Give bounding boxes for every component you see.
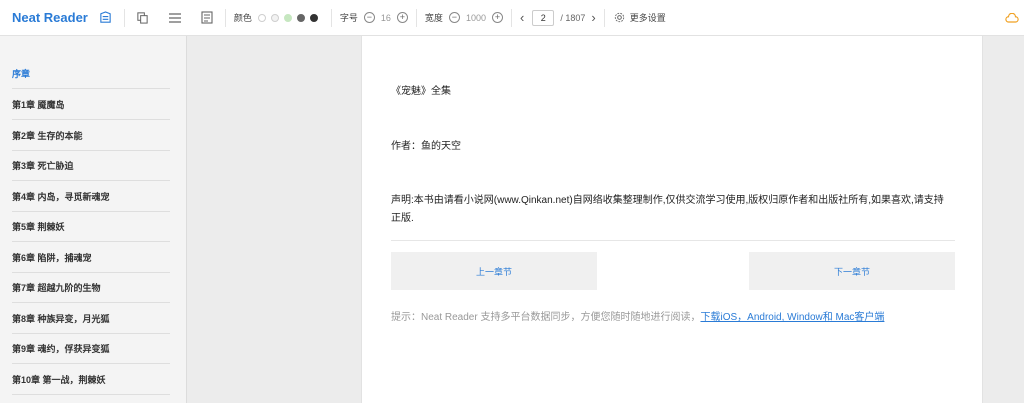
color-dot-white[interactable] — [257, 13, 266, 22]
toc-item-chapter-4[interactable]: 第4章 内岛，寻觅新魂宠 — [12, 182, 170, 212]
toolbar-divider — [123, 8, 125, 27]
font-increase-button[interactable]: + — [396, 12, 408, 23]
notes-icon[interactable] — [197, 8, 217, 28]
toc-item-chapter-2[interactable]: 第2章 生存的本能 — [12, 121, 170, 151]
cloud-sync-icon[interactable] — [1002, 8, 1022, 28]
menu-icon[interactable] — [165, 8, 185, 28]
content-divider — [391, 240, 955, 241]
color-dot-light-gray[interactable] — [270, 13, 279, 22]
width-decrease-button[interactable]: − — [448, 12, 460, 23]
table-of-contents: 序章 第1章 魇魔岛 第2章 生存的本能 第3章 死亡胁迫 第4章 内岛，寻觅新… — [0, 36, 187, 403]
toc-item-chapter-10[interactable]: 第10章 第一战，荆棘妖 — [12, 365, 170, 395]
copyright-statement-line-1: 声明:本书由请看小说网(www.Qinkan.net)自网络收集整理制作,仅供交… — [391, 195, 944, 206]
book-title: 《宠魅》全集 — [391, 86, 451, 97]
reading-page: 《宠魅》全集 作者：鱼的天空 声明:本书由请看小说网(www.Qinkan.ne… — [361, 36, 983, 403]
sync-hint: 提示：Neat Reader 支持多平台数据同步，方便您随时随地进行阅读，下载i… — [391, 308, 884, 323]
font-size-value: 16 — [380, 12, 391, 23]
toc-item-chapter-8[interactable]: 第8章 种族异变，月光狐 — [12, 304, 170, 334]
toolbar-divider — [330, 8, 332, 27]
prev-chapter-button[interactable]: 上一章节 — [391, 252, 597, 290]
width-label: 宽度 — [424, 13, 443, 23]
copyright-statement-line-2: 正版. — [391, 213, 414, 224]
toc-item-chapter-9[interactable]: 第9章 魂约，俘获异变狐 — [12, 334, 170, 364]
right-margin — [984, 36, 1024, 403]
gear-icon[interactable] — [613, 8, 627, 28]
toolbar-divider — [224, 8, 226, 27]
toc-item-chapter-3[interactable]: 第3章 死亡胁迫 — [12, 151, 170, 181]
more-settings-button[interactable]: 更多设置 — [630, 11, 666, 24]
copy-icon[interactable] — [133, 8, 153, 28]
page-number-input[interactable]: 2 — [532, 9, 555, 26]
app-logo: Neat Reader — [12, 10, 88, 25]
toolbar-divider — [510, 8, 512, 27]
color-dot-black[interactable] — [309, 13, 318, 22]
next-chapter-button[interactable]: 下一章节 — [749, 252, 955, 290]
toc-item-chapter-5[interactable]: 第5章 荆棘妖 — [12, 212, 170, 242]
download-clients-link[interactable]: 下载iOS，Android, Window和 Mac客户端 — [700, 312, 884, 323]
page-total: / 1807 — [560, 12, 586, 23]
color-dot-dark-gray[interactable] — [296, 13, 305, 22]
prev-page-chevron-icon[interactable]: ‹ — [520, 10, 524, 25]
font-decrease-button[interactable]: − — [363, 12, 375, 23]
top-toolbar: Neat Reader 颜色 字号 − 16 + 宽度 − 1000 + ‹ 2… — [0, 0, 1024, 36]
width-increase-button[interactable]: + — [491, 12, 503, 23]
font-size-label: 字号 — [339, 13, 358, 23]
toc-item-chapter-6[interactable]: 第6章 陷阱，捕魂宠 — [12, 243, 170, 273]
next-page-chevron-icon[interactable]: › — [591, 10, 595, 25]
color-dots — [257, 13, 323, 22]
toc-item-chapter-1[interactable]: 第1章 魇魔岛 — [12, 90, 170, 120]
toolbar-divider — [415, 8, 417, 27]
width-value: 1000 — [465, 12, 486, 23]
bookshelf-icon[interactable] — [96, 8, 116, 28]
toc-item-chapter-7[interactable]: 第7章 超越九阶的生物 — [12, 273, 170, 303]
color-label: 颜色 — [233, 13, 252, 23]
book-author: 作者：鱼的天空 — [391, 141, 461, 152]
hint-text: 提示：Neat Reader 支持多平台数据同步，方便您随时随地进行阅读， — [391, 312, 701, 323]
color-dot-green[interactable] — [283, 13, 292, 22]
toolbar-divider — [603, 8, 605, 27]
toc-item-prologue[interactable]: 序章 — [12, 59, 170, 89]
